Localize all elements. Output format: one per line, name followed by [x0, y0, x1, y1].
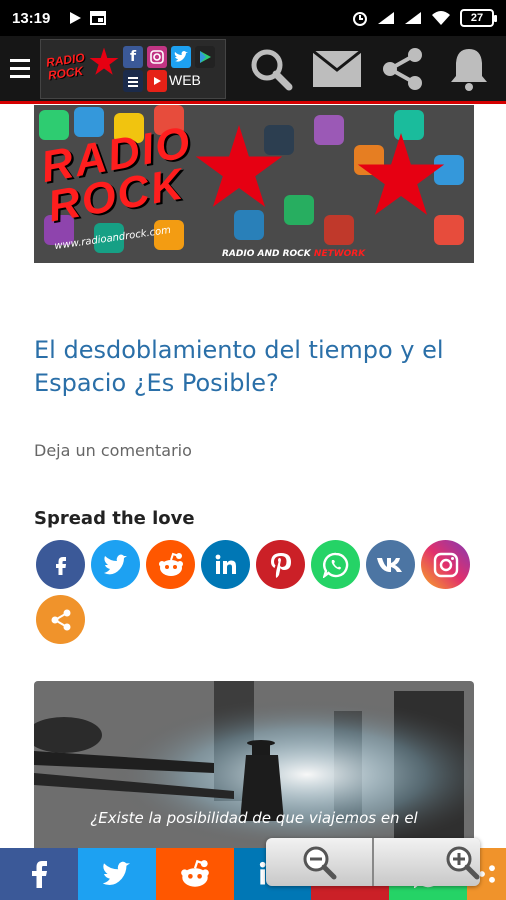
more-share-button[interactable]: [36, 595, 85, 644]
status-bar: 13:19 27: [0, 0, 506, 36]
status-time: 13:19: [12, 9, 51, 27]
zoom-in-button[interactable]: [372, 838, 480, 886]
bottom-facebook-button[interactable]: [0, 848, 78, 900]
whatsapp-share-button[interactable]: [311, 540, 360, 589]
reddit-icon: [180, 859, 209, 887]
logo-text: RADIO ROCK: [45, 49, 86, 83]
reddit-icon: [158, 552, 183, 576]
logo-web-label: WEB: [169, 71, 201, 88]
zoom-controls: [266, 838, 480, 886]
share-button[interactable]: [370, 35, 436, 103]
wifi-icon: [432, 11, 450, 25]
linkedin-icon: [215, 554, 236, 574]
post-title[interactable]: El desdoblamiento del tiempo y el Espaci…: [34, 334, 474, 400]
facebook-share-button[interactable]: [36, 540, 85, 589]
mail-icon: [312, 49, 362, 87]
google-play-icon: [195, 45, 215, 68]
instagram-share-button[interactable]: [421, 540, 470, 589]
mail-button[interactable]: [304, 35, 370, 103]
banner-network: RADIO AND ROCK NETWORK: [222, 249, 366, 259]
zoom-in-icon: [446, 846, 480, 880]
youtube-icon: [147, 69, 167, 92]
podcast-icon: [123, 69, 143, 92]
comment-link[interactable]: Deja un comentario: [34, 441, 192, 460]
vk-share-button[interactable]: [366, 540, 415, 589]
reddit-share-button[interactable]: [146, 540, 195, 589]
spread-the-love-heading: Spread the love: [34, 508, 195, 529]
radio-rock-banner: RADIO ROCK www.radioandrock.com RADIO AND…: [34, 105, 474, 263]
hamburger-menu-button[interactable]: [0, 35, 40, 103]
play-icon: [70, 12, 82, 24]
facebook-icon: [55, 556, 66, 575]
post-featured-image[interactable]: ¿Existe la posibilidad de que viajemos e…: [34, 681, 474, 851]
vk-icon: [376, 557, 402, 572]
linkedin-share-button[interactable]: [201, 540, 250, 589]
app-bar: RADIO ROCK f WEB: [0, 36, 506, 104]
hamburger-icon: [10, 59, 30, 62]
twitter-icon: [171, 45, 191, 68]
search-icon: [251, 49, 293, 90]
notifications-button[interactable]: [436, 35, 502, 103]
featured-image-caption: ¿Existe la posibilidad de que viajemos e…: [90, 809, 418, 827]
twitter-icon: [103, 554, 127, 574]
zoom-out-button[interactable]: [266, 838, 372, 886]
pinterest-icon: [270, 552, 291, 578]
whatsapp-icon: [322, 552, 348, 578]
twitter-icon: [102, 861, 130, 886]
alarm-icon: [353, 12, 367, 26]
search-button[interactable]: [238, 35, 304, 103]
bottom-reddit-button[interactable]: [155, 848, 234, 900]
facebook-icon: f: [123, 45, 143, 68]
share-buttons: [36, 540, 476, 644]
signal-icon-2: [405, 12, 421, 24]
twitter-share-button[interactable]: [91, 540, 140, 589]
share-icon: [383, 47, 422, 90]
bottom-twitter-button[interactable]: [77, 848, 156, 900]
logo-star-icon: [89, 47, 119, 75]
facebook-icon: [31, 861, 47, 888]
site-logo[interactable]: RADIO ROCK f WEB: [40, 38, 226, 99]
bell-icon: [451, 48, 487, 91]
battery-level: 27: [470, 12, 484, 24]
calendar-icon: [90, 11, 107, 25]
zoom-out-icon: [303, 846, 337, 880]
battery-indicator: 27: [460, 9, 497, 27]
instagram-icon: [147, 45, 167, 68]
pinterest-share-button[interactable]: [256, 540, 305, 589]
signal-icon: [378, 12, 394, 24]
share-icon: [51, 609, 70, 630]
instagram-icon: [433, 552, 458, 577]
